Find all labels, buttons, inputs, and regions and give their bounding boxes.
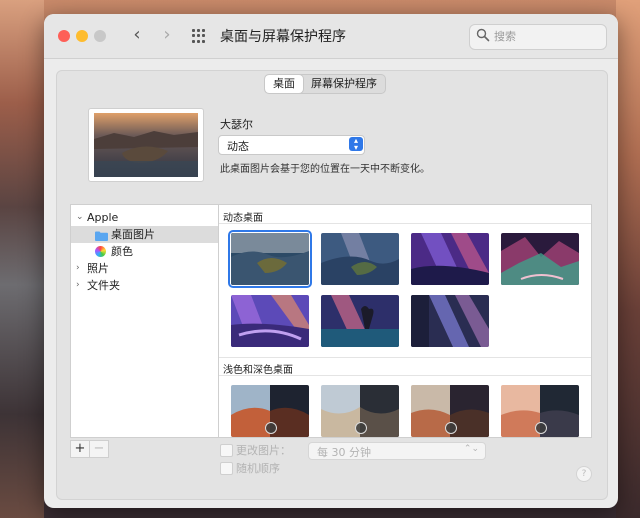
section-divider [219,357,591,358]
sidebar-item-desktop-pictures[interactable]: 桌面图片 [71,226,219,243]
folder-icon [95,229,108,241]
window-title: 桌面与屏幕保护程序 [220,29,346,45]
wallpaper-thumbnail[interactable] [501,385,579,437]
wallpaper-thumbnail[interactable] [411,233,489,285]
tab-screen-saver[interactable]: 屏幕保护程序 [303,75,385,93]
desktop-wallpaper-left [0,0,44,518]
light-dark-badge-icon [535,422,547,434]
light-dark-badge-icon [445,422,457,434]
random-order-checkbox[interactable] [220,462,233,475]
section-divider [219,375,591,376]
disclosure-expanded-icon[interactable]: ⌄ [76,209,86,226]
wallpaper-thumbnail[interactable] [321,385,399,437]
wallpaper-thumbnail[interactable] [231,385,309,437]
sidebar-item-colors[interactable]: 颜色 [71,243,219,260]
tab-desktop[interactable]: 桌面 [265,75,303,93]
random-order-label: 随机顺序 [236,462,280,475]
wallpaper-thumbnail[interactable] [501,233,579,285]
close-button[interactable] [58,30,70,42]
preferences-window: ‹ › 桌面与屏幕保护程序 桌面 屏幕保护程序 大瑟尔 [44,14,618,508]
wallpaper-thumbnail[interactable] [228,230,312,288]
section-title-light-dark: 浅色和深色桌面 [223,365,293,376]
desktop-wallpaper-right [616,0,640,518]
remove-folder-button[interactable]: − [89,441,108,457]
tab-control: 桌面 屏幕保护程序 [264,74,386,94]
select-arrows-icon: ▴ ▾ [349,137,363,152]
sidebar-item-photos[interactable]: › 照片 [71,260,219,277]
wallpaper-thumbnail[interactable] [411,295,489,347]
add-remove-control: + − [70,440,109,458]
sidebar-item-label: Apple [87,211,119,224]
zoom-button[interactable] [94,30,106,42]
change-picture-label: 更改图片： [236,444,291,457]
sidebar-item-label: 颜色 [111,245,133,258]
source-list: ⌄ Apple 桌面图片 颜色 › 照片 › 文件夹 [70,204,220,438]
chevron-right-icon[interactable]: › [156,24,178,46]
wallpaper-thumbnail[interactable] [231,295,309,347]
change-interval-select[interactable]: 每 30 分钟 ⌃⌄ [308,442,486,460]
select-arrows-icon: ⌃⌄ [463,444,479,454]
search-input[interactable] [494,28,598,44]
chevron-left-icon[interactable]: ‹ [126,24,148,46]
wallpaper-thumbnail[interactable] [321,295,399,347]
sidebar-item-apple[interactable]: ⌄ Apple [71,209,219,226]
section-divider [219,223,591,224]
change-interval-value: 每 30 分钟 [317,446,371,459]
add-folder-button[interactable]: + [71,441,89,457]
wallpaper-browser: 动态桌面 浅色和深色桌面 [218,204,592,438]
disclosure-collapsed-icon[interactable]: › [76,277,86,294]
current-wallpaper-preview [88,108,204,182]
light-dark-badge-icon [355,422,367,434]
wallpaper-thumbnail[interactable] [411,385,489,437]
appearance-mode-select[interactable]: 动态 ▴ ▾ [218,135,365,155]
minimize-button[interactable] [76,30,88,42]
search-icon [476,28,490,42]
help-button[interactable]: ? [576,466,592,482]
sidebar-item-label: 文件夹 [87,279,120,292]
sidebar-item-label: 桌面图片 [111,228,155,241]
wallpaper-name: 大瑟尔 [220,118,253,131]
sidebar-item-label: 照片 [87,262,109,275]
section-title-dynamic: 动态桌面 [223,213,263,224]
wallpaper-thumbnail[interactable] [321,233,399,285]
light-dark-badge-icon [265,422,277,434]
wallpaper-description: 此桌面图片会基于您的位置在一天中不断变化。 [220,164,430,175]
search-field[interactable] [469,24,607,50]
disclosure-collapsed-icon[interactable]: › [76,260,86,277]
color-wheel-icon [95,246,106,257]
show-all-grid-icon[interactable] [192,29,206,43]
sidebar-item-folders[interactable]: › 文件夹 [71,277,219,294]
appearance-mode-value: 动态 [227,140,249,153]
change-picture-checkbox[interactable] [220,444,233,457]
title-bar: ‹ › 桌面与屏幕保护程序 [44,14,618,59]
